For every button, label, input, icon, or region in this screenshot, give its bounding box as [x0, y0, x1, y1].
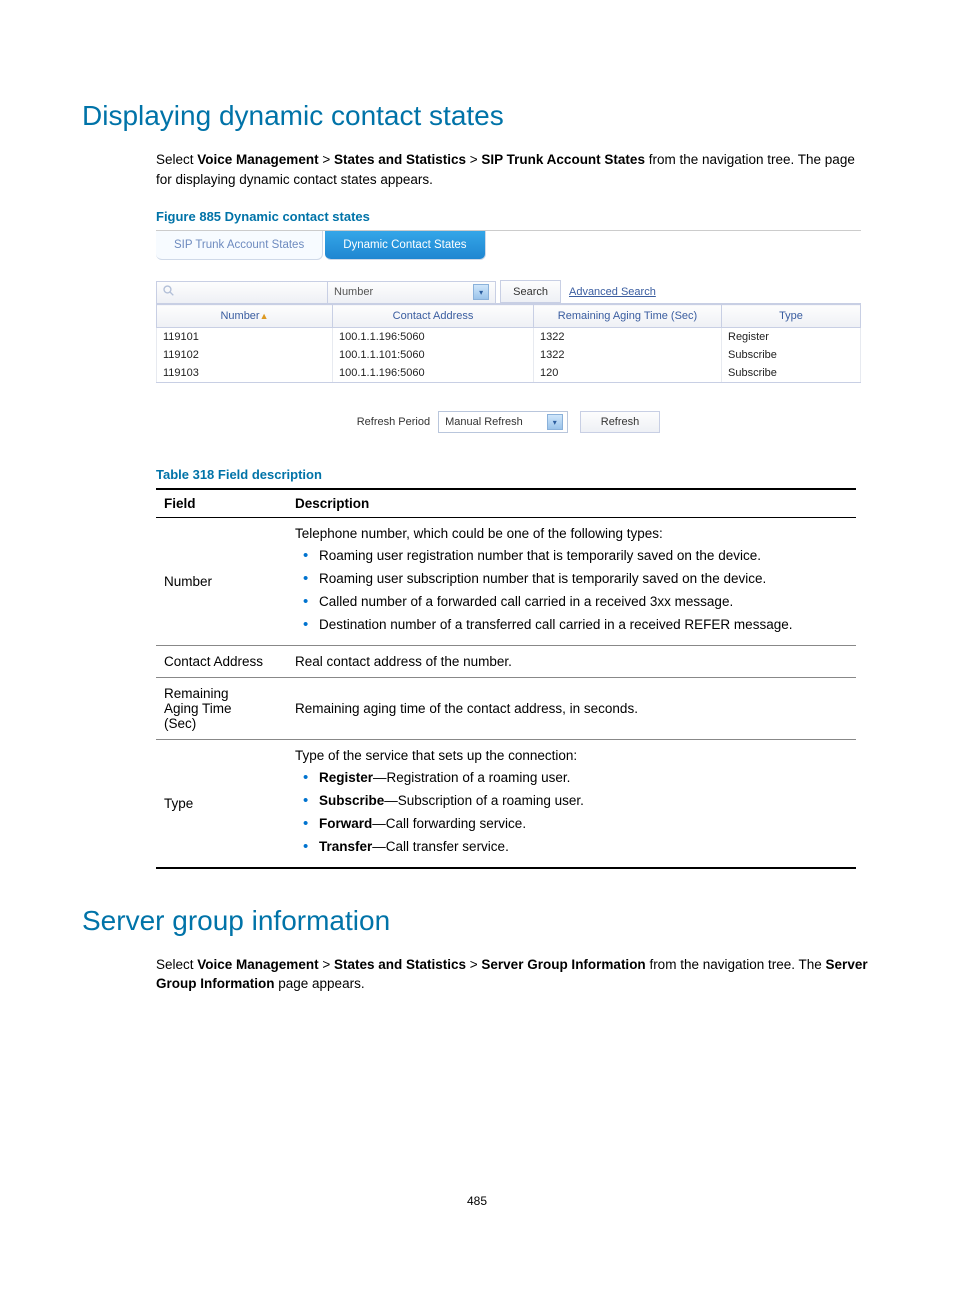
refresh-period-label: Refresh Period [357, 416, 430, 428]
text: Telephone number, which could be one of … [295, 526, 663, 541]
cell-aging: 120 [534, 364, 722, 383]
text-strong: Register [319, 770, 373, 785]
text: Select [156, 152, 197, 167]
list-item: Register—Registration of a roaming user. [319, 767, 848, 790]
breadcrumb-states-statistics: States and Statistics [334, 957, 466, 972]
text: Remaining [164, 686, 229, 701]
table-caption: Table 318 Field description [156, 467, 872, 482]
search-field-select[interactable]: Number ▾ [328, 281, 496, 303]
col-type[interactable]: Type [722, 305, 861, 328]
figure-dynamic-contact-states: SIP Trunk Account States Dynamic Contact… [156, 230, 861, 433]
search-input[interactable] [156, 281, 328, 303]
cell-number: 119101 [157, 328, 333, 347]
cell-aging: 1322 [534, 346, 722, 364]
text: —Registration of a roaming user. [373, 770, 570, 785]
intro-paragraph-2: Select Voice Management > States and Sta… [156, 955, 872, 994]
list-item: Called number of a forwarded call carrie… [319, 591, 848, 614]
cell-number: 119102 [157, 346, 333, 364]
th-description: Description [287, 489, 856, 518]
tab-dynamic-contact-states[interactable]: Dynamic Contact States [325, 231, 485, 260]
field-type: Type [156, 739, 287, 867]
chevron-down-icon: ▾ [473, 284, 489, 300]
cell-aging: 1322 [534, 328, 722, 347]
breadcrumb-sip-trunk-account-states: SIP Trunk Account States [481, 152, 645, 167]
refresh-period-value: Manual Refresh [445, 416, 523, 428]
text: Type of the service that sets up the con… [295, 748, 577, 763]
th-field: Field [156, 489, 287, 518]
col-remaining-aging-time[interactable]: Remaining Aging Time (Sec) [534, 305, 722, 328]
field-contact-address: Contact Address [156, 645, 287, 677]
list-item: Destination number of a transferred call… [319, 614, 848, 637]
text: Aging Time [164, 701, 232, 716]
breadcrumb-voice-management: Voice Management [197, 957, 318, 972]
search-field-value: Number [334, 286, 373, 298]
breadcrumb-states-statistics: States and Statistics [334, 152, 466, 167]
search-icon [163, 285, 174, 299]
text: —Call forwarding service. [372, 816, 526, 831]
desc-type: Type of the service that sets up the con… [287, 739, 856, 867]
chevron-down-icon: ▾ [547, 414, 563, 430]
advanced-search-link[interactable]: Advanced Search [569, 286, 656, 298]
refresh-controls: Refresh Period Manual Refresh ▾ Refresh [156, 411, 861, 433]
text: page appears. [275, 976, 365, 991]
cell-contact: 100.1.1.196:5060 [333, 364, 534, 383]
field-remaining-aging-time: Remaining Aging Time (Sec) [156, 677, 287, 739]
figure-caption: Figure 885 Dynamic contact states [156, 209, 872, 224]
col-contact-address[interactable]: Contact Address [333, 305, 534, 328]
desc-contact-address: Real contact address of the number. [287, 645, 856, 677]
text: —Subscription of a roaming user. [384, 793, 584, 808]
text-strong: Forward [319, 816, 372, 831]
refresh-period-select[interactable]: Manual Refresh ▾ [438, 411, 568, 433]
breadcrumb-voice-management: Voice Management [197, 152, 318, 167]
col-label: Number [220, 310, 259, 322]
list-item: Subscribe—Subscription of a roaming user… [319, 790, 848, 813]
page-number: 485 [82, 1194, 872, 1208]
text: Select [156, 957, 197, 972]
heading-displaying-dynamic-contact-states: Displaying dynamic contact states [82, 100, 872, 132]
field-number: Number [156, 518, 287, 646]
search-button[interactable]: Search [500, 280, 561, 303]
text: (Sec) [164, 716, 196, 731]
tab-bar: SIP Trunk Account States Dynamic Contact… [156, 231, 861, 260]
list-item: Forward—Call forwarding service. [319, 813, 848, 836]
cell-type: Subscribe [722, 364, 861, 383]
intro-paragraph-1: Select Voice Management > States and Sta… [156, 150, 872, 189]
table-row: 119101 100.1.1.196:5060 1322 Register [157, 328, 861, 347]
search-bar: Number ▾ Search Advanced Search [156, 280, 861, 304]
cell-number: 119103 [157, 364, 333, 383]
tab-sip-trunk-account-states[interactable]: SIP Trunk Account States [156, 231, 323, 260]
text-strong: Transfer [319, 839, 372, 854]
text: from the navigation tree. The [646, 957, 826, 972]
refresh-button[interactable]: Refresh [580, 411, 661, 433]
cell-type: Subscribe [722, 346, 861, 364]
col-number[interactable]: Number▲ [157, 305, 333, 328]
list-item: Roaming user subscription number that is… [319, 568, 848, 591]
desc-remaining-aging-time: Remaining aging time of the contact addr… [287, 677, 856, 739]
sort-asc-icon: ▲ [260, 311, 269, 321]
breadcrumb-server-group-information: Server Group Information [481, 957, 645, 972]
list-item: Transfer—Call transfer service. [319, 836, 848, 859]
field-description-table: Field Description Number Telephone numbe… [156, 488, 856, 868]
cell-contact: 100.1.1.101:5060 [333, 346, 534, 364]
list-item: Roaming user registration number that is… [319, 545, 848, 568]
contact-states-table: Number▲ Contact Address Remaining Aging … [156, 304, 861, 383]
cell-type: Register [722, 328, 861, 347]
text-strong: Subscribe [319, 793, 384, 808]
cell-contact: 100.1.1.196:5060 [333, 328, 534, 347]
heading-server-group-information: Server group information [82, 905, 872, 937]
table-row: 119103 100.1.1.196:5060 120 Subscribe [157, 364, 861, 383]
desc-number: Telephone number, which could be one of … [287, 518, 856, 646]
table-row: 119102 100.1.1.101:5060 1322 Subscribe [157, 346, 861, 364]
text: —Call transfer service. [372, 839, 509, 854]
